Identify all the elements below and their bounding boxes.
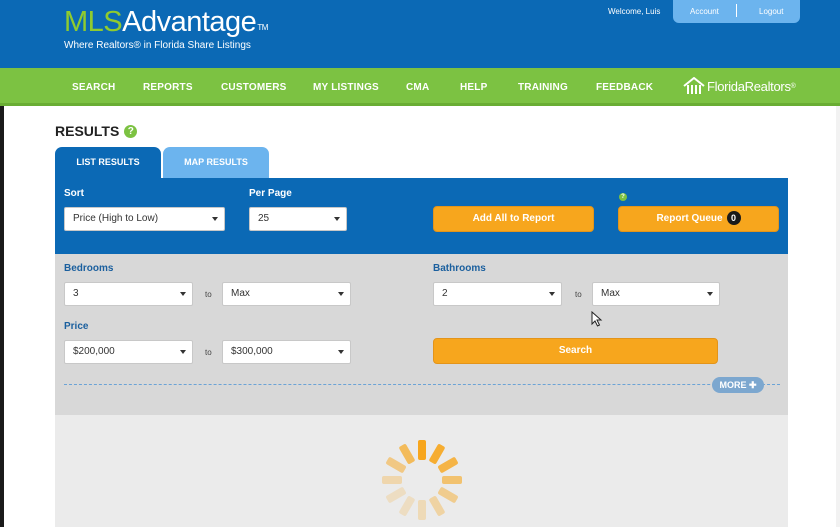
per-page-select[interactable]: 25 xyxy=(249,207,347,231)
filter-panel xyxy=(55,254,788,415)
florida-realtors-logo[interactable]: FloridaRealtors ® xyxy=(683,77,796,95)
sort-select[interactable]: Price (High to Low) xyxy=(64,207,225,231)
account-box: Account Logout xyxy=(673,0,800,23)
florida-realtors-text: FloridaRealtors xyxy=(707,78,791,94)
bedrooms-max-select[interactable]: Max xyxy=(222,282,351,306)
bathrooms-label: Bathrooms xyxy=(433,263,486,274)
nav-customers[interactable]: CUSTOMERS xyxy=(221,82,287,93)
main-nav: SEARCH REPORTS CUSTOMERS MY LISTINGS CMA… xyxy=(0,68,840,106)
welcome-text: Welcome, Luis xyxy=(608,7,661,16)
bathrooms-min-select[interactable]: 2 xyxy=(433,282,562,306)
report-queue-button[interactable]: Report Queue 0 xyxy=(618,206,779,232)
page-title: RESULTS ? xyxy=(55,123,138,139)
to-label: to xyxy=(575,290,582,299)
nav-feedback[interactable]: FEEDBACK xyxy=(596,82,653,93)
nav-cma[interactable]: CMA xyxy=(406,82,429,93)
search-button[interactable]: Search xyxy=(433,338,718,364)
chevron-down-icon xyxy=(338,350,344,354)
price-min-select[interactable]: $200,000 xyxy=(64,340,193,364)
chevron-down-icon xyxy=(212,217,218,221)
house-icon xyxy=(683,77,705,94)
chevron-down-icon xyxy=(338,292,344,296)
mouse-cursor-icon xyxy=(591,311,603,327)
chevron-down-icon xyxy=(180,292,186,296)
logo-tagline: Where Realtors® in Florida Share Listing… xyxy=(64,40,251,51)
plus-icon: ✚ xyxy=(748,380,757,390)
more-filters-button[interactable]: MORE ✚ xyxy=(712,377,764,393)
bathrooms-max-select[interactable]: Max xyxy=(592,282,720,306)
logo-wordmark: MLSAdvantageTM xyxy=(64,6,268,38)
bedrooms-min-select[interactable]: 3 xyxy=(64,282,193,306)
filter-divider xyxy=(64,384,780,385)
header: MLSAdvantageTM Where Realtors® in Florid… xyxy=(0,0,840,68)
nav-search[interactable]: SEARCH xyxy=(72,82,115,93)
account-link[interactable]: Account xyxy=(690,7,719,16)
account-separator xyxy=(736,4,737,17)
report-queue-help-icon[interactable]: ? xyxy=(619,193,627,201)
chevron-down-icon xyxy=(180,350,186,354)
nav-help[interactable]: HELP xyxy=(460,82,487,93)
chevron-down-icon xyxy=(334,217,340,221)
bedrooms-label: Bedrooms xyxy=(64,263,114,274)
logout-link[interactable]: Logout xyxy=(759,7,783,16)
nav-reports[interactable]: REPORTS xyxy=(143,82,193,93)
mls-advantage-logo[interactable]: MLSAdvantageTM Where Realtors® in Florid… xyxy=(64,6,268,51)
registered-mark: ® xyxy=(790,82,796,90)
add-all-to-report-button[interactable]: Add All to Report xyxy=(433,206,594,232)
help-icon[interactable]: ? xyxy=(124,124,138,138)
loading-spinner-icon xyxy=(382,440,462,520)
tab-list-results[interactable]: LIST RESULTS xyxy=(55,147,161,178)
tab-map-results[interactable]: MAP RESULTS xyxy=(163,147,269,178)
nav-my-listings[interactable]: MY LISTINGS xyxy=(313,82,379,93)
report-queue-count-badge: 0 xyxy=(726,211,741,226)
to-label: to xyxy=(205,348,212,357)
to-label: to xyxy=(205,290,212,299)
sort-label: Sort xyxy=(64,188,84,199)
price-max-select[interactable]: $300,000 xyxy=(222,340,351,364)
per-page-label: Per Page xyxy=(249,188,292,199)
price-label: Price xyxy=(64,321,89,332)
chevron-down-icon xyxy=(707,292,713,296)
chevron-down-icon xyxy=(549,292,555,296)
nav-training[interactable]: TRAINING xyxy=(518,82,568,93)
